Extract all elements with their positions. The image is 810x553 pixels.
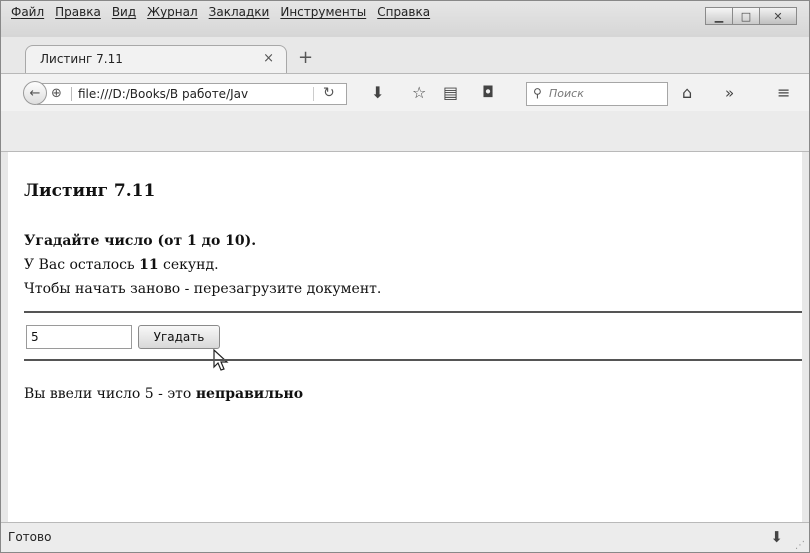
- download-status-icon[interactable]: ⬇: [770, 528, 783, 546]
- back-button[interactable]: ←: [23, 81, 47, 105]
- overflow-button[interactable]: »: [725, 84, 734, 102]
- minimize-button[interactable]: ▁: [705, 7, 733, 25]
- restart-hint: Чтобы начать заново - перезагрузите доку…: [24, 281, 382, 297]
- title-bar: Файл Правка Вид Журнал Закладки Инструме…: [1, 1, 809, 37]
- menu-file[interactable]: Файл: [11, 5, 44, 19]
- url-separator: [71, 87, 72, 101]
- menu-bar: Файл Правка Вид Журнал Закладки Инструме…: [11, 5, 430, 19]
- menu-bookmarks[interactable]: Закладки: [209, 5, 270, 19]
- navigation-toolbar: ⊕ file:///D:/Books/В работе/Jav ↻ ← ⬇ ☆ …: [1, 73, 809, 112]
- download-icon[interactable]: ⬇: [371, 83, 384, 102]
- status-bar: Готово ⬇ ⋰: [1, 522, 809, 552]
- tab-close-icon[interactable]: ×: [263, 51, 274, 66]
- guess-button[interactable]: Угадать: [138, 325, 220, 349]
- tab-listing[interactable]: Листинг 7.11 ×: [25, 45, 287, 73]
- home-icon[interactable]: ⌂: [682, 83, 692, 102]
- divider: [24, 311, 802, 313]
- url-bar[interactable]: ⊕ file:///D:/Books/В работе/Jav ↻: [37, 83, 347, 105]
- pocket-icon[interactable]: ◘: [482, 83, 494, 101]
- maximize-icon: □: [740, 9, 752, 23]
- number-input[interactable]: 5: [26, 325, 132, 349]
- close-window-button[interactable]: ✕: [759, 7, 797, 25]
- new-tab-button[interactable]: +: [298, 49, 313, 67]
- result-prefix: Вы ввели число 5 - это: [24, 386, 196, 402]
- back-arrow-icon: ←: [29, 85, 41, 101]
- bookmark-star-icon[interactable]: ☆: [412, 83, 426, 102]
- bookmarks-menu-icon[interactable]: ▤: [443, 83, 458, 102]
- bookmarks-toolbar: [1, 111, 809, 152]
- search-placeholder: Поиск: [549, 87, 584, 100]
- url-separator: [313, 87, 314, 101]
- timer-prefix: У Вас осталось: [24, 257, 140, 273]
- reload-icon[interactable]: ↻: [323, 85, 335, 101]
- tab-title: Листинг 7.11: [40, 52, 123, 66]
- browser-window: Файл Правка Вид Журнал Закладки Инструме…: [0, 0, 810, 553]
- tab-strip: Листинг 7.11 × +: [1, 37, 809, 73]
- search-box[interactable]: ⚲ Поиск: [526, 82, 668, 106]
- page-content: Листинг 7.11 Угадайте число (от 1 до 10)…: [8, 152, 802, 522]
- seconds-remaining: 11: [139, 257, 159, 273]
- mouse-cursor-icon: [213, 349, 229, 371]
- url-text[interactable]: file:///D:/Books/В работе/Jav: [78, 87, 278, 101]
- guess-prompt: Угадайте число (от 1 до 10).: [24, 233, 257, 249]
- page-title: Листинг 7.11: [24, 181, 156, 201]
- timer-suffix: секунд.: [158, 257, 219, 273]
- minimize-icon: ▁: [714, 9, 724, 23]
- menu-history[interactable]: Журнал: [147, 5, 198, 19]
- maximize-button[interactable]: □: [732, 7, 760, 25]
- status-text: Готово: [8, 530, 52, 544]
- search-icon: ⚲: [533, 86, 542, 100]
- resize-grip-icon[interactable]: ⋰: [795, 540, 805, 551]
- menu-hamburger-icon[interactable]: ≡: [777, 83, 790, 102]
- menu-view[interactable]: Вид: [112, 5, 136, 19]
- window-controls: ▁ □ ✕: [705, 7, 797, 25]
- timer-text: У Вас осталось 11 секунд.: [24, 257, 219, 273]
- result-message: Вы ввели число 5 - это неправильно: [24, 386, 303, 402]
- menu-tools[interactable]: Инструменты: [280, 5, 366, 19]
- result-verdict: неправильно: [195, 386, 304, 402]
- close-icon: ✕: [773, 9, 783, 23]
- site-identity-icon[interactable]: ⊕: [51, 86, 62, 101]
- menu-help[interactable]: Справка: [377, 5, 430, 19]
- menu-edit[interactable]: Правка: [55, 5, 101, 19]
- divider: [24, 359, 802, 361]
